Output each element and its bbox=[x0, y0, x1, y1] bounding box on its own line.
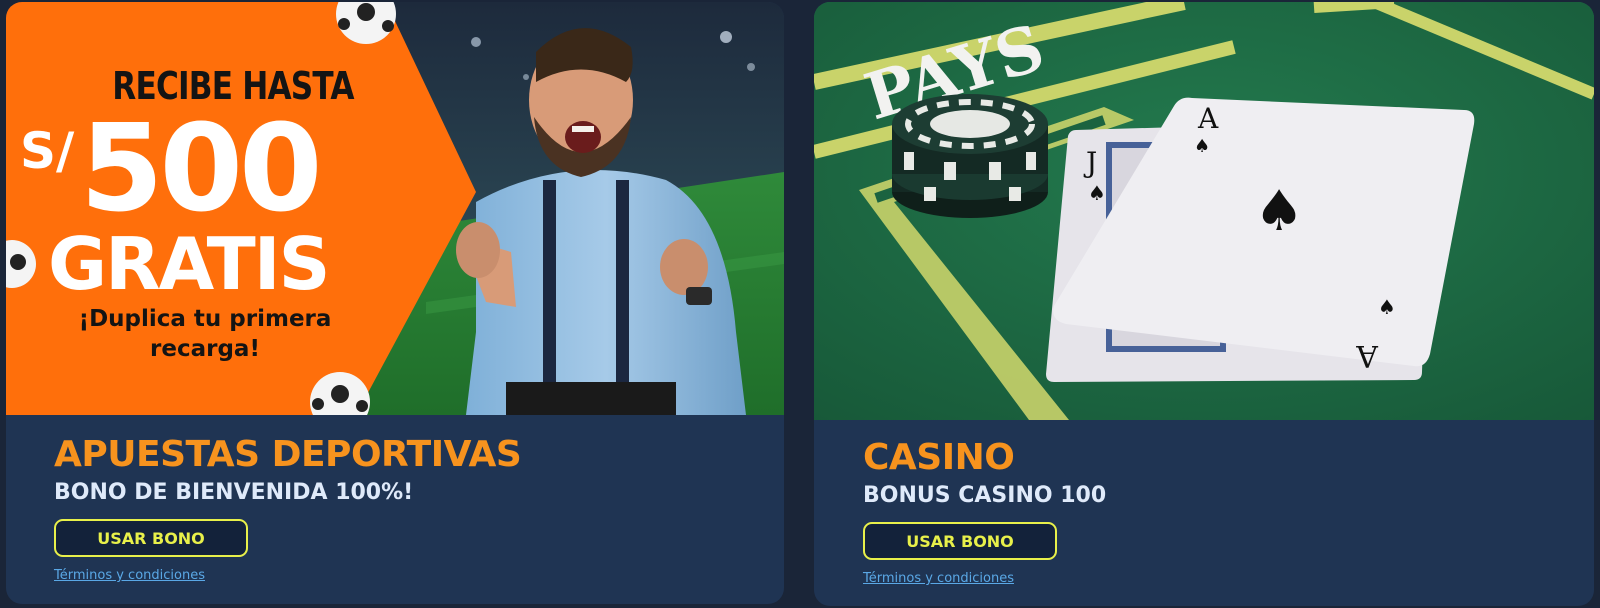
casino-terms-link[interactable]: Términos y condiciones bbox=[863, 571, 1014, 586]
casino-promo-banner: PAYS J ♠ A ♠ ♠ ♠ A bbox=[814, 2, 1594, 420]
casino-bonus-card: PAYS J ♠ A ♠ ♠ ♠ A CASINO BONUS CASINO 1… bbox=[814, 2, 1594, 606]
promo-free: GRATIS bbox=[48, 222, 330, 306]
svg-text:A: A bbox=[1356, 338, 1379, 373]
svg-text:J: J bbox=[1083, 146, 1097, 179]
promo-line-1: ¡Duplica tu primera bbox=[78, 306, 332, 332]
promo-amount: 500 bbox=[80, 100, 322, 239]
promo-currency: S/ bbox=[20, 122, 75, 180]
svg-text:♠: ♠ bbox=[1378, 295, 1396, 319]
sports-bonus-card: RECIBE HASTA S/ 500 GRATIS ¡Duplica tu p… bbox=[6, 2, 784, 604]
casino-use-bonus-button[interactable]: USAR BONO bbox=[863, 522, 1057, 560]
casino-info: CASINO BONUS CASINO 100 USAR BONO Términ… bbox=[863, 438, 1106, 586]
casino-subtitle: BONUS CASINO 100 bbox=[863, 483, 1107, 508]
svg-text:♠: ♠ bbox=[1194, 136, 1210, 157]
casino-title: CASINO bbox=[863, 437, 1015, 478]
sports-use-bonus-button[interactable]: USAR BONO bbox=[54, 519, 248, 557]
promo-line-2: recarga! bbox=[150, 336, 260, 362]
sports-promo-banner: RECIBE HASTA S/ 500 GRATIS ¡Duplica tu p… bbox=[6, 2, 784, 415]
svg-text:♠: ♠ bbox=[1088, 181, 1106, 205]
chip-stack bbox=[892, 94, 1048, 218]
svg-text:♠: ♠ bbox=[1254, 179, 1304, 244]
sports-subtitle: BONO DE BIENVENIDA 100%! bbox=[54, 480, 414, 505]
svg-text:A: A bbox=[1197, 102, 1219, 135]
sports-terms-link[interactable]: Términos y condiciones bbox=[54, 568, 205, 583]
sports-info: APUESTAS DEPORTIVAS BONO DE BIENVENIDA 1… bbox=[54, 434, 522, 583]
sports-title: APUESTAS DEPORTIVAS bbox=[54, 434, 522, 475]
